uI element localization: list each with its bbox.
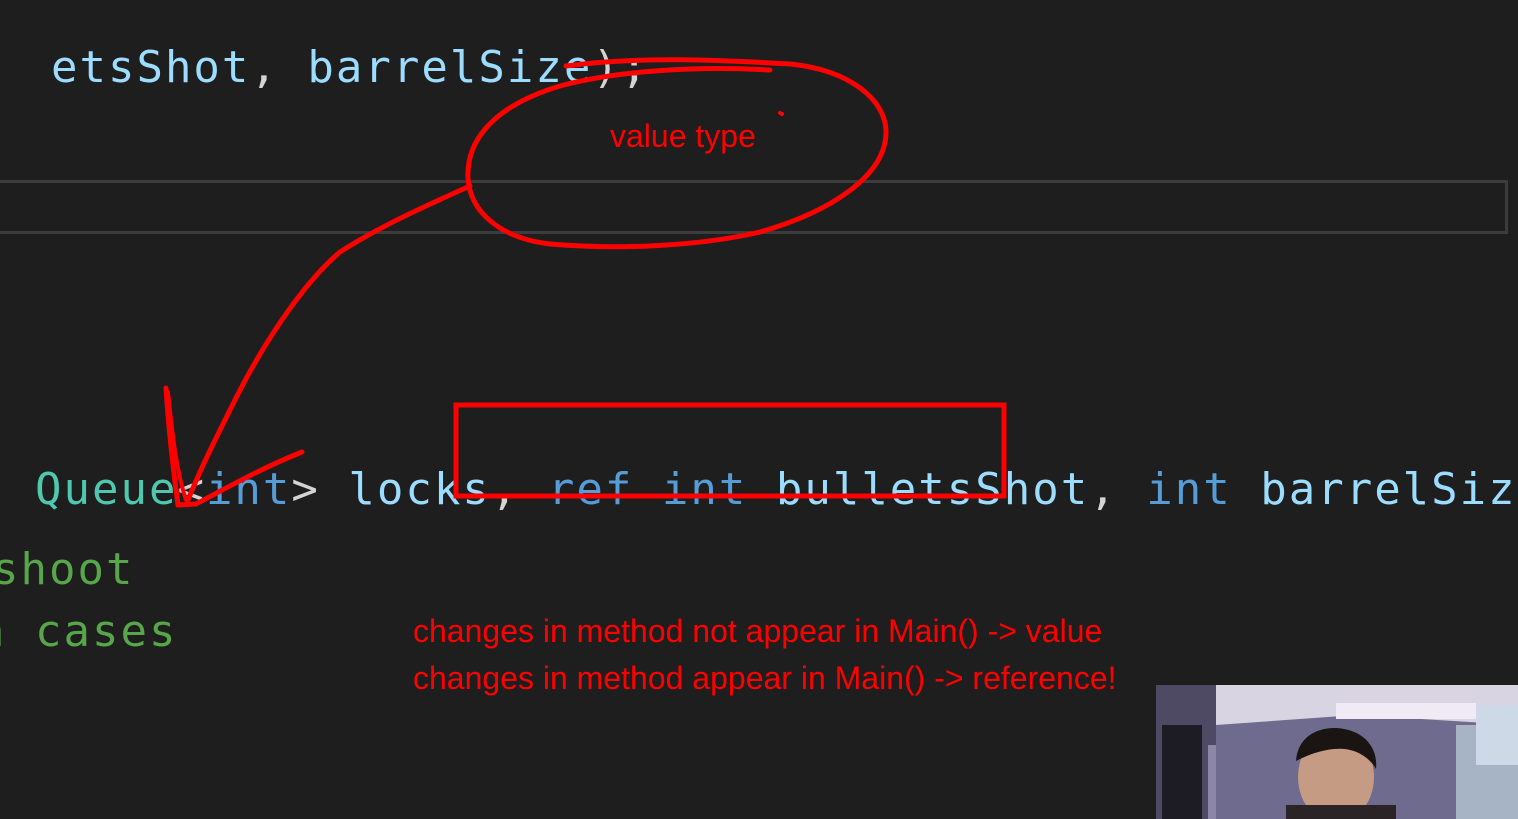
closing-paren-semicolon: ); <box>592 42 650 93</box>
generic-close: > <box>291 464 320 515</box>
generic-int-keyword: int <box>205 464 292 515</box>
int-keyword: int <box>1146 464 1232 515</box>
int-keyword: int <box>661 464 748 515</box>
webcam-image <box>1156 685 1518 819</box>
comma: , <box>1089 464 1118 515</box>
webcam-overlay <box>1156 685 1518 819</box>
code-line-arguments: etsShot, barrelSize); <box>0 2 649 90</box>
param-barrelsize: barrelSize <box>1260 464 1518 515</box>
ref-keyword: ref <box>547 464 634 515</box>
comment-line-shoot: shoot <box>0 544 135 595</box>
generic-open: < <box>177 464 206 515</box>
annotation-note-reference: changes in method appear in Main() -> re… <box>413 660 1117 696</box>
queue-type: Queue <box>34 464 178 515</box>
param-locks: locks <box>348 464 491 515</box>
argument-barrelsize: barrelSize <box>307 42 593 93</box>
current-line-highlight <box>0 180 1508 234</box>
annotation-ellipse-dot <box>778 111 784 116</box>
annotation-note-value: changes in method not appear in Main() -… <box>413 613 1103 649</box>
comma: , <box>250 42 279 93</box>
param-bulletsshot: bulletsShot <box>775 464 1090 515</box>
comment-line-cases: n cases <box>0 606 178 657</box>
code-line-method-signature: Queue<int> locks, ref int bulletsShot, i… <box>0 424 1518 512</box>
annotation-value-type-label: value type <box>610 118 756 154</box>
argument-bulletsshot: etsShot <box>50 42 251 93</box>
comma: , <box>490 464 520 515</box>
